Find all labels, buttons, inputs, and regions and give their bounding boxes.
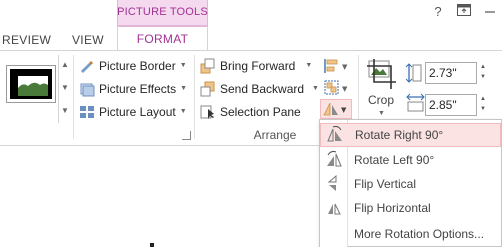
chevron-down-icon: ▼: [312, 85, 319, 92]
chevron-down-icon: ▼: [179, 108, 187, 115]
menu-item-flip-vertical[interactable]: Flip Vertical: [320, 172, 501, 196]
bring-forward-icon: [200, 58, 216, 74]
rotate-objects-icon: ▼: [323, 102, 347, 116]
shape-height-icon: [405, 62, 423, 84]
bring-forward-label: Bring Forward: [220, 59, 296, 73]
picture-border-button[interactable]: Picture Border ▼: [79, 56, 187, 76]
picture-effects-icon: [79, 81, 95, 97]
menu-item-label: Flip Vertical: [354, 177, 417, 191]
chevron-down-icon: ▼: [305, 62, 313, 69]
send-backward-button[interactable]: Send Backward ▼: [200, 79, 319, 99]
shape-height-input[interactable]: 2.73": [425, 62, 477, 84]
align-button[interactable]: ▼: [323, 56, 351, 76]
crop-icon: [367, 59, 396, 89]
picture-effects-label: Picture Effects: [99, 82, 177, 96]
picture-border-label: Picture Border: [99, 59, 176, 73]
rotate-objects-button[interactable]: ▼: [320, 99, 352, 119]
align-icon: ▼: [324, 59, 348, 73]
ribbon-display-options-icon[interactable]: [455, 4, 473, 20]
gallery-up-icon[interactable]: ▲: [60, 55, 70, 75]
crop-label[interactable]: Crop: [368, 93, 394, 107]
chevron-down-icon[interactable]: ▼: [378, 110, 385, 117]
dialog-launcher-icon[interactable]: [182, 131, 191, 140]
flip-horizontal-icon: [320, 196, 348, 220]
rotate-right-icon: [321, 123, 349, 147]
menu-item-label: More Rotation Options...: [354, 227, 485, 241]
group-divider: [194, 55, 195, 139]
send-backward-label: Send Backward: [220, 82, 305, 96]
width-spinner[interactable]: ▲ ▼: [478, 94, 488, 116]
tab-view[interactable]: VIEW: [72, 33, 104, 47]
picture-layout-button[interactable]: Picture Layout ▼: [79, 102, 187, 122]
selection-pane-button[interactable]: Selection Pane: [200, 102, 301, 122]
svg-text:▼: ▼: [341, 106, 347, 114]
bring-forward-button[interactable]: Bring Forward ▼: [200, 56, 312, 76]
picture-tools-label: PICTURE TOOLS: [117, 6, 208, 18]
menu-item-rotate-left[interactable]: Rotate Left 90°: [320, 148, 501, 172]
document-canvas-mark: [150, 243, 154, 247]
minimize-icon[interactable]: [481, 4, 499, 20]
tab-format[interactable]: FORMAT: [117, 32, 208, 46]
selection-pane-icon: [200, 104, 216, 120]
menu-item-label: Rotate Left 90°: [354, 153, 435, 167]
menu-item-label: Flip Horizontal: [354, 201, 431, 215]
menu-item-more-rotation-options[interactable]: More Rotation Options...: [320, 222, 501, 246]
shape-width-icon: [405, 92, 425, 114]
picture-effects-button[interactable]: Picture Effects ▼: [79, 79, 187, 99]
gallery-scrollbar[interactable]: ▲ ▼ ▼: [58, 55, 70, 123]
tab-review[interactable]: REVIEW: [2, 33, 51, 47]
picture-layout-icon: [79, 104, 95, 120]
group-objects-button[interactable]: ▼: [323, 78, 351, 98]
shape-width-input[interactable]: 2.85": [425, 94, 477, 116]
menu-item-spacer: [320, 222, 348, 246]
crop-button[interactable]: [365, 58, 399, 92]
group-divider: [73, 55, 74, 139]
chevron-down-icon: ▼: [179, 62, 187, 69]
svg-text:▼: ▼: [342, 63, 348, 71]
chevron-down-icon: ▼: [180, 85, 188, 92]
flip-vertical-icon: [320, 172, 348, 196]
menu-item-flip-horizontal[interactable]: Flip Horizontal: [320, 196, 501, 220]
menu-item-label: Rotate Right 90°: [355, 128, 444, 142]
gallery-more-icon[interactable]: ▼: [60, 101, 70, 121]
picture-layout-label: Picture Layout: [99, 105, 176, 119]
height-spinner[interactable]: ▲ ▼: [478, 62, 488, 84]
picture-preview-icon: [18, 76, 48, 96]
title-bar: [0, 0, 502, 25]
help-icon[interactable]: ?: [429, 4, 447, 20]
group-objects-icon: ▼: [324, 80, 348, 95]
send-backward-icon: [200, 81, 216, 97]
menu-item-rotate-right[interactable]: Rotate Right 90°: [320, 123, 501, 147]
rotate-left-icon: [320, 148, 348, 172]
picture-border-icon: [79, 58, 95, 74]
svg-text:▼: ▼: [342, 85, 348, 93]
picture-style-thumbnail[interactable]: [6, 65, 56, 103]
selection-pane-label: Selection Pane: [220, 105, 301, 119]
gallery-down-icon[interactable]: ▼: [60, 78, 70, 98]
